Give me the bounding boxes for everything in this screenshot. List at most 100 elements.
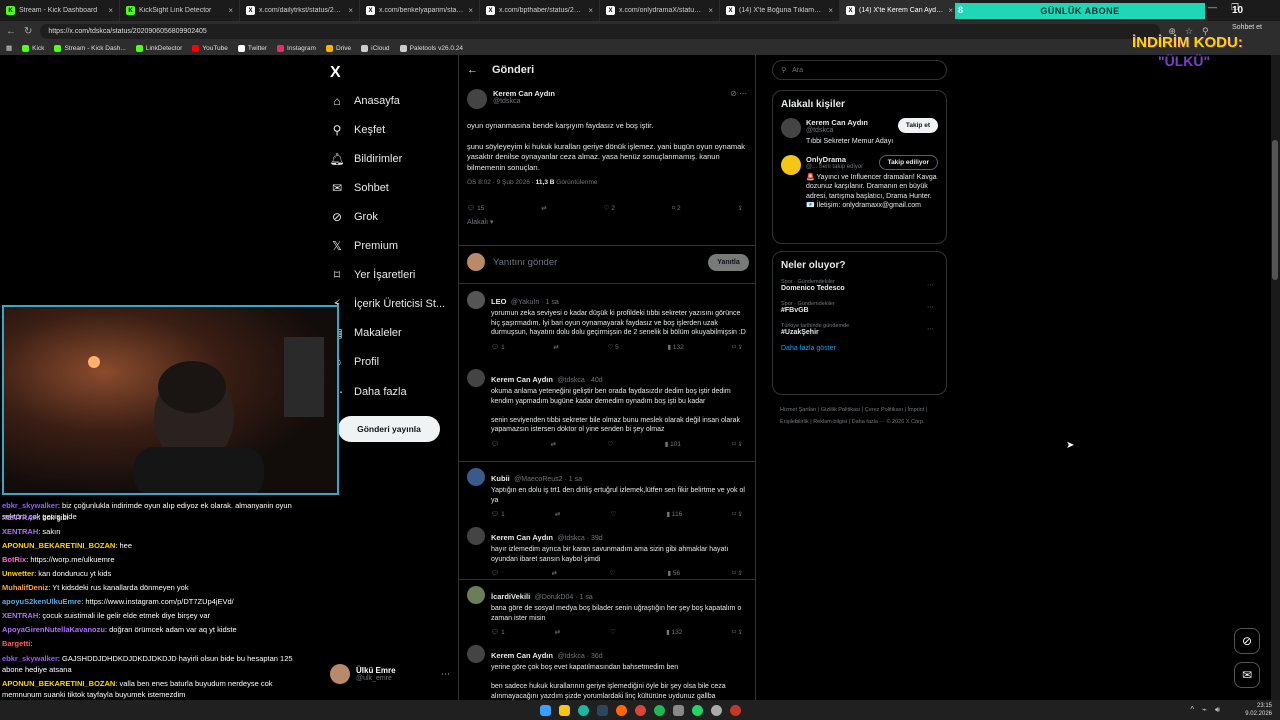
browser-tab[interactable]: Xx.com/dailytrkst/status/20199316...×: [240, 0, 360, 21]
bookmark-youtube[interactable]: YouTube: [192, 44, 228, 52]
reply-tweet[interactable]: Kerem Can Aydın @tdskca · 39d hayır izle…: [459, 527, 755, 577]
like-icon[interactable]: ♡: [610, 628, 616, 636]
chat-username[interactable]: ebkr_skywalker: [2, 654, 58, 663]
browser-tab[interactable]: X(14) X'te Boğuna Tıklama: "2025'te...×: [720, 0, 840, 21]
avatar[interactable]: [467, 89, 487, 109]
network-icon[interactable]: ⌁: [1202, 705, 1207, 715]
avatar[interactable]: [467, 291, 485, 309]
related-person[interactable]: Kerem Can Aydın @tdskca Tıbbi Sekreter Mem…: [781, 118, 938, 148]
chat-username[interactable]: Bargetti: [2, 639, 30, 648]
back-icon[interactable]: ←: [6, 26, 16, 37]
minimize-icon[interactable]: —: [1208, 2, 1217, 13]
nav-home[interactable]: ⌂ Anasayfa: [330, 94, 400, 108]
share-icon[interactable]: ⌑ ⇪: [732, 440, 743, 448]
related-person[interactable]: OnlyDrama @... Seni takip ediyor 🚨 Yayıncı…: [781, 154, 938, 211]
close-icon[interactable]: ×: [228, 6, 233, 15]
share-icon[interactable]: ⌑ ⇪: [732, 510, 743, 518]
nav-explore[interactable]: ⚲ Keşfet: [330, 123, 386, 137]
reply-input[interactable]: Yanıtını gönder: [493, 257, 700, 268]
reply-tweet[interactable]: Kerem Can Aydın @tdskca · 36d yerine gör…: [459, 645, 755, 700]
settings-icon[interactable]: [710, 704, 722, 716]
reply-icon[interactable]: 💬︎ 1: [491, 628, 505, 636]
nav-more[interactable]: ⋯Daha fazla: [330, 385, 407, 399]
browser-tab[interactable]: Xx.com/onlydramaX/status/202091...×: [600, 0, 720, 21]
following-button[interactable]: Takip ediliyor: [878, 154, 938, 170]
bookmark-kick-dashboard[interactable]: Stream - Kick Dash...: [54, 44, 126, 52]
reply-icon[interactable]: 💬︎ 1: [491, 510, 505, 518]
edge-icon[interactable]: [577, 704, 589, 716]
chat-button[interactable]: Sohbet et: [1232, 24, 1262, 31]
app-icon[interactable]: [615, 704, 627, 716]
share-icon[interactable]: ⇪: [738, 204, 743, 212]
bookmark-twitter[interactable]: Twitter: [237, 44, 267, 52]
chat-username[interactable]: ApoyaGirenNutellaKavanozu: [2, 625, 105, 634]
close-icon[interactable]: ×: [948, 6, 953, 15]
reply-icon[interactable]: 💬︎: [491, 440, 499, 448]
chat-username[interactable]: XENTRAH: [2, 527, 38, 536]
windows-start-icon[interactable]: [539, 704, 551, 716]
like-icon[interactable]: ♡: [610, 510, 616, 518]
views-icon[interactable]: ▮ 101: [665, 440, 681, 448]
chrome-icon[interactable]: [634, 704, 646, 716]
nav-articles[interactable]: ▤Makaleler: [330, 326, 401, 340]
retweet-icon[interactable]: ⇄: [555, 510, 560, 518]
app-icon[interactable]: [672, 704, 684, 716]
like-icon[interactable]: ♡ 5: [608, 343, 619, 351]
chat-username[interactable]: APONUN_BEKARETINI_BOZAN: [2, 679, 115, 688]
views-icon[interactable]: ▮ 132: [667, 343, 683, 351]
file-explorer-icon[interactable]: [558, 704, 570, 716]
chat-username[interactable]: MuhalifDeniz: [2, 583, 48, 592]
chevron-up-icon[interactable]: ^: [1190, 705, 1194, 715]
nav-grok[interactable]: ⊘ Grok: [330, 210, 378, 224]
avatar[interactable]: [467, 369, 485, 387]
grok-icon[interactable]: ⊘ ⋯: [730, 89, 747, 109]
like-icon[interactable]: ♡: [609, 569, 615, 577]
chat-username[interactable]: XENTRAH: [2, 513, 38, 522]
close-icon[interactable]: ×: [468, 6, 473, 15]
nav-premium[interactable]: 𝕏 Premium: [330, 239, 398, 253]
more-icon[interactable]: ⋯: [927, 281, 934, 289]
volume-icon[interactable]: 🔊︎: [1215, 705, 1220, 715]
url-input[interactable]: https://x.com/tdskca/status/202090605680…: [40, 23, 1161, 39]
search-input[interactable]: ⚲ Ara: [772, 60, 947, 80]
whatsapp-icon[interactable]: [691, 704, 703, 716]
more-icon[interactable]: ⋯: [927, 303, 934, 311]
chat-username[interactable]: BotRix: [2, 555, 26, 564]
close-icon[interactable]: ×: [828, 6, 833, 15]
apps-icon[interactable]: ▦: [6, 44, 12, 52]
avatar[interactable]: [467, 527, 485, 545]
show-more-link[interactable]: Daha fazla göster: [781, 345, 938, 352]
bookmark-drive[interactable]: Drive: [325, 44, 351, 52]
close-icon[interactable]: ×: [108, 6, 113, 15]
nav-notifications[interactable]: 🔔︎ Bildirimler: [329, 152, 402, 166]
reply-tweet[interactable]: Kubii @MaecoReus2 · 1 sa Yaptığın en dol…: [459, 468, 755, 518]
browser-tab[interactable]: Xx.com/bpthaber/status/20209434...×: [480, 0, 600, 21]
more-icon[interactable]: ⋯: [927, 325, 934, 333]
browser-tab-active[interactable]: X(14) X'te Kerem Can Aydın: "@onl...×: [840, 0, 960, 21]
browser-tab[interactable]: K Stream - Kick Dashboard ×: [0, 0, 120, 21]
share-icon[interactable]: ⌑ ⇪: [732, 343, 743, 351]
follow-button[interactable]: Takip et: [897, 118, 938, 133]
trend-item[interactable]: Spor · Gündemdekiler #FBvGB ⋯: [781, 301, 938, 314]
nav-chat[interactable]: ✉ Sohbet: [330, 181, 389, 195]
share-icon[interactable]: ⌑ ⇪: [732, 569, 743, 577]
views-icon[interactable]: ▮ 116: [666, 510, 682, 518]
reply-button[interactable]: Yanıtla: [708, 253, 749, 271]
retweet-icon[interactable]: ⇄: [551, 440, 556, 448]
reply-icon[interactable]: 💬︎: [491, 569, 499, 577]
nav-creator-studio[interactable]: ⚡ İçerik Üreticisi St...: [330, 297, 445, 311]
trend-item[interactable]: Spor · Gündemdekiler Domenico Tedesco ⋯: [781, 279, 938, 292]
close-icon[interactable]: ×: [708, 6, 713, 15]
account-switcher[interactable]: Ülkü Emre @ulk_emre ⋯: [330, 660, 450, 688]
like-icon[interactable]: ♡ 2: [604, 204, 615, 212]
avatar[interactable]: [467, 645, 485, 663]
browser-tab[interactable]: Xx.com/benkelyaparim/status/201...×: [360, 0, 480, 21]
footer-links[interactable]: Hizmet Şartları | Gizlilik Politikası | …: [780, 404, 950, 428]
like-icon[interactable]: ♡: [608, 440, 614, 448]
bookmark-linkdetector[interactable]: LinkDetector: [135, 44, 182, 52]
chat-username[interactable]: APONUN_BEKARETINI_BOZAN: [2, 541, 115, 550]
bookmark-icon[interactable]: ⌑ 2: [672, 204, 681, 212]
close-icon[interactable]: ×: [348, 6, 353, 15]
browser-tab[interactable]: K KickSight Link Detector ×: [120, 0, 240, 21]
reply-icon[interactable]: 💬︎ 1: [491, 343, 505, 351]
